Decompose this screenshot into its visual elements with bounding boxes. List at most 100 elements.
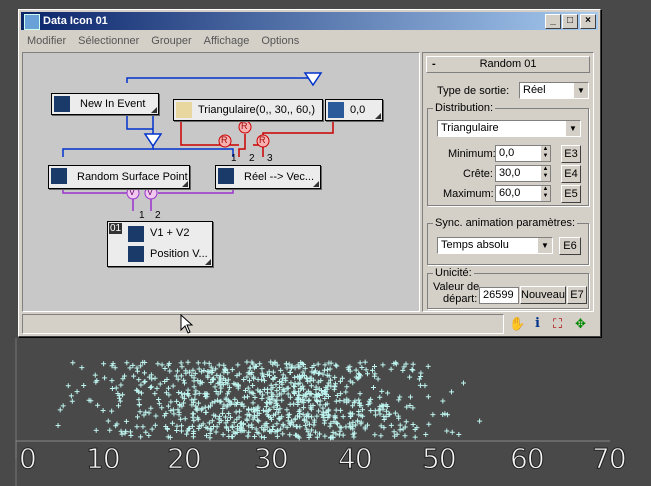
node-reel-vec[interactable]: Réel --> Vec... [215, 165, 321, 189]
axis-tick: 40 [338, 442, 374, 476]
crete-value: 30,0 [499, 167, 521, 179]
particle [183, 370, 189, 376]
menu-grouper[interactable]: Grouper [151, 35, 191, 47]
navigate-icon[interactable]: ✥ [575, 316, 586, 332]
particle [196, 425, 202, 431]
particle [331, 386, 337, 392]
chevron-down-icon[interactable]: ▼ [565, 121, 580, 136]
particle [449, 389, 455, 395]
particle [274, 433, 280, 439]
node-constant[interactable]: 0,0 [325, 99, 383, 121]
particle [274, 421, 280, 427]
particle [337, 428, 343, 434]
particle [168, 408, 174, 414]
chevron-down-icon[interactable]: ▼ [537, 238, 552, 253]
particle [305, 398, 311, 404]
particle [142, 379, 148, 385]
e3-button[interactable]: E3 [561, 145, 581, 163]
particle [379, 388, 385, 394]
node-expression[interactable]: 01 V1 + V2 Position V... [107, 221, 213, 267]
particle [245, 433, 251, 439]
particle [81, 383, 87, 389]
particle [168, 399, 174, 405]
e5-button[interactable]: E5 [561, 185, 581, 203]
minimum-spinner[interactable]: 0,0 ▲ ▼ [495, 145, 551, 162]
e7-button[interactable]: E7 [567, 286, 587, 304]
menu-affichage[interactable]: Affichage [204, 35, 250, 47]
title-bar[interactable]: Data Icon 01 _ □ × [21, 12, 598, 30]
spinner-arrows-icon[interactable]: ▲ ▼ [541, 146, 550, 161]
particle [167, 368, 173, 374]
particle [300, 393, 306, 399]
particle [181, 380, 187, 386]
particle [445, 412, 451, 418]
particle [334, 420, 340, 426]
axis-tick: 70 [592, 442, 628, 476]
particle [347, 410, 353, 416]
node-graph[interactable]: R R R V V New In Event Triangulaire(0,, … [22, 52, 420, 312]
particle [425, 394, 431, 400]
node-triangulaire[interactable]: Triangulaire(0,, 30,, 60,) [173, 99, 323, 121]
particle [332, 374, 338, 380]
particle [283, 361, 289, 367]
particle [372, 371, 378, 377]
info-icon[interactable]: i [535, 316, 540, 331]
particle [338, 407, 344, 413]
spinner-arrows-icon[interactable]: ▲ ▼ [541, 166, 550, 181]
e4-button[interactable]: E4 [561, 165, 581, 183]
particle [301, 405, 307, 411]
menu-options[interactable]: Options [261, 35, 299, 47]
particle [397, 394, 403, 400]
particle [343, 424, 349, 430]
node-new-in-event[interactable]: New In Event [51, 93, 159, 115]
hand-icon[interactable]: ✋ [509, 316, 525, 332]
type-select[interactable]: Réel ▼ [519, 82, 589, 99]
pin-label: 2 [155, 210, 161, 221]
sync-select[interactable]: Temps absolu ▼ [437, 237, 553, 254]
rollout-header[interactable]: - Random 01 [426, 56, 590, 73]
particle [250, 382, 256, 388]
particle [69, 398, 75, 404]
particle [288, 380, 294, 386]
particle [287, 432, 293, 438]
particle [410, 361, 416, 367]
particle [214, 372, 220, 378]
particle [65, 383, 71, 389]
sync-label: Sync. animation paramètres: [433, 217, 578, 229]
close-button[interactable]: × [580, 14, 596, 29]
particle [400, 367, 406, 373]
particle [356, 397, 362, 403]
particle [152, 391, 158, 397]
maximum-spinner[interactable]: 60,0 ▲ ▼ [495, 185, 551, 202]
seed-field[interactable]: 26599 [479, 287, 519, 304]
axis-tick: 10 [86, 442, 122, 476]
particle [120, 392, 126, 398]
particle [141, 379, 147, 385]
particle [380, 362, 386, 368]
particle [418, 370, 424, 376]
nouveau-button[interactable]: Nouveau [520, 286, 566, 304]
particle [259, 434, 265, 440]
select-icon[interactable]: ⛶ [553, 316, 562, 332]
particle [118, 382, 124, 388]
spinner-arrows-icon[interactable]: ▲ ▼ [541, 186, 550, 201]
particle [388, 366, 394, 372]
particle [408, 394, 414, 400]
e6-button[interactable]: E6 [559, 237, 581, 255]
minimum-value: 0,0 [499, 147, 515, 159]
particle [155, 361, 161, 367]
particle [249, 390, 255, 396]
particle [232, 396, 238, 402]
collapse-icon[interactable]: - [432, 57, 436, 72]
particle [138, 382, 144, 388]
particle [397, 427, 403, 433]
distribution-select[interactable]: Triangulaire ▼ [437, 120, 581, 137]
particle [181, 377, 187, 383]
maximize-button[interactable]: □ [562, 14, 578, 29]
crete-spinner[interactable]: 30,0 ▲ ▼ [495, 165, 551, 182]
chevron-down-icon[interactable]: ▼ [573, 83, 588, 98]
node-random-surface-point[interactable]: Random Surface Point [48, 165, 190, 189]
menu-modifier[interactable]: Modifier [27, 35, 66, 47]
minimize-button[interactable]: _ [545, 14, 561, 29]
menu-selectionner[interactable]: Sélectionner [78, 35, 139, 47]
